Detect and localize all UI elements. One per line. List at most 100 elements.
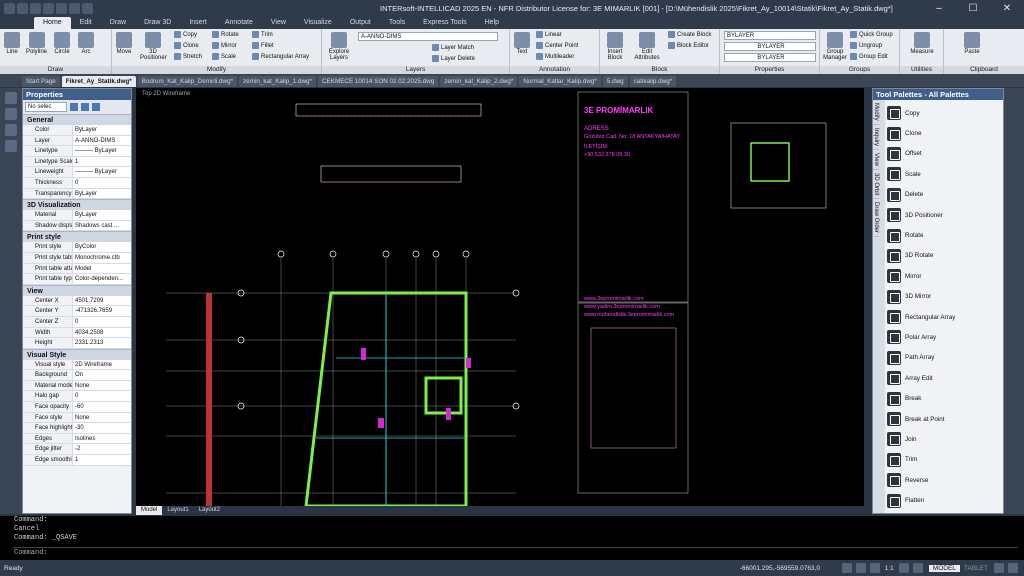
settings-icon[interactable] — [994, 563, 1004, 573]
layers-panel-title[interactable]: Layers — [322, 66, 509, 74]
drawing-canvas[interactable]: Top 2D Wireframe 3E PROMİMARLIK ADRESS: … — [136, 88, 864, 506]
edit-attributes-button[interactable]: Edit Attributes — [632, 32, 662, 61]
group-manager-button[interactable]: Group Manager — [822, 32, 848, 61]
property-value[interactable]: ——— ByLayer — [73, 167, 131, 177]
menu-tab-help[interactable]: Help — [476, 17, 508, 29]
palette-tab-draw-order[interactable]: Draw Order — [873, 199, 879, 237]
property-value[interactable]: 4501.7209 — [73, 295, 131, 306]
property-value[interactable]: -471326.7659 — [73, 306, 131, 316]
property-value[interactable]: Color-dependen... — [73, 274, 131, 284]
palette-tool-delete[interactable]: Delete — [887, 185, 997, 205]
palette-tab-3d-orbit[interactable]: 3D Orbit — [873, 170, 879, 199]
linetype-combo[interactable]: BYLAYER — [724, 42, 816, 51]
doc-tab[interactable]: Normal_Katlar_Kalip.dwg* — [519, 76, 601, 87]
undo-icon[interactable] — [69, 3, 80, 14]
paste-button[interactable]: Paste — [958, 32, 986, 55]
palette-tool-mirror[interactable]: Mirror — [887, 266, 997, 286]
property-section-header[interactable]: 3D Visualization — [23, 199, 131, 211]
property-value[interactable]: Model — [73, 263, 131, 274]
doc-tab[interactable]: zemin_kat_Kalip_2.dwg* — [440, 76, 518, 87]
palette-tool-join[interactable]: Join — [887, 429, 997, 449]
center-point-button[interactable]: Center Point — [536, 42, 578, 49]
create-block-button[interactable]: Create Block — [668, 31, 711, 38]
palette-tool-offset[interactable]: Offset — [887, 144, 997, 164]
snap-icon[interactable] — [841, 563, 852, 573]
property-value[interactable]: ByColor — [73, 242, 131, 252]
select-icon[interactable] — [5, 92, 17, 104]
grid-icon[interactable] — [855, 563, 866, 573]
select-objects-icon[interactable] — [81, 103, 89, 111]
status-scale[interactable]: 1:1 — [882, 565, 897, 572]
property-value[interactable]: -2 — [73, 444, 131, 455]
property-value[interactable]: 0 — [73, 391, 131, 402]
command-input[interactable]: Command: — [14, 547, 1018, 557]
groups-panel-title[interactable]: Groups — [820, 66, 899, 74]
arc-button[interactable]: Arc — [78, 32, 94, 55]
save-icon[interactable] — [43, 3, 54, 14]
ungroup-button[interactable]: Ungroup — [850, 42, 882, 49]
menu-tab-annotate[interactable]: Annotate — [216, 17, 262, 29]
block-editor-button[interactable]: Block Editor — [668, 42, 709, 49]
palette-tool-3d-rotate[interactable]: 3D Rotate — [887, 246, 997, 266]
property-value[interactable]: ByLayer — [73, 125, 131, 135]
menu-tab-insert[interactable]: Insert — [180, 17, 216, 29]
property-value[interactable]: 4034.2508 — [73, 327, 131, 338]
palette-tool-break-at-point[interactable]: Break at Point — [887, 409, 997, 429]
print-icon[interactable] — [56, 3, 67, 14]
rectangular-array-button[interactable]: Rectangular Array — [252, 53, 309, 60]
doc-tab[interactable]: 5.dwg — [602, 76, 628, 87]
menu-tab-draw[interactable]: Draw — [101, 17, 135, 29]
palette-tool-reverse[interactable]: Reverse — [887, 470, 997, 490]
property-value[interactable]: Monochrome.ctb — [73, 252, 131, 263]
property-value[interactable]: None — [73, 380, 131, 391]
properties-ribbon-title[interactable]: Properties — [720, 66, 819, 74]
property-value[interactable]: 2331.2313 — [73, 338, 131, 348]
explore-layers-button[interactable]: Explore Layers — [326, 32, 352, 61]
open-icon[interactable] — [30, 3, 41, 14]
property-value[interactable]: 0 — [73, 316, 131, 327]
layout-tab-model[interactable]: Model — [136, 506, 163, 515]
insert-block-button[interactable]: Insert Block — [604, 32, 626, 61]
property-section-header[interactable]: General — [23, 114, 131, 125]
layer-delete-button[interactable]: Layer Delete — [432, 55, 475, 62]
palette-tool-trim[interactable]: Trim — [887, 450, 997, 470]
app-menu-icon[interactable] — [4, 3, 15, 14]
property-value[interactable]: 0 — [73, 177, 131, 188]
new-icon[interactable] — [17, 3, 28, 14]
viewport-label[interactable]: Top 2D Wireframe — [142, 91, 190, 97]
property-value[interactable]: ——— ByLayer — [73, 146, 131, 156]
menu-tab-visualize[interactable]: Visualize — [295, 17, 341, 29]
property-value[interactable]: 2D Wireframe — [73, 359, 131, 370]
menu-tab-home[interactable]: Home — [34, 17, 71, 29]
property-section-header[interactable]: View — [23, 284, 131, 296]
redo-icon[interactable] — [82, 3, 93, 14]
move-button[interactable]: Move — [116, 32, 132, 55]
layout-tab-layout2[interactable]: Layout2 — [194, 506, 225, 515]
draw-panel-title[interactable]: Draw — [0, 66, 111, 74]
doc-tab[interactable]: zemin_kat_Kalip_1.dwg* — [239, 76, 316, 87]
filter-icon[interactable] — [92, 103, 100, 111]
block-panel-title[interactable]: Block — [600, 66, 719, 74]
color-combo[interactable]: BYLAYER — [724, 31, 816, 40]
modify-panel-title[interactable]: Modify — [112, 66, 321, 74]
scale-button[interactable]: Scale — [212, 53, 236, 60]
text-button[interactable]: Text — [514, 32, 530, 55]
property-value[interactable]: ByLayer — [73, 188, 131, 199]
palette-tool-rectangular-array[interactable]: Rectangular Array — [887, 307, 997, 327]
group-edit-button[interactable]: Group Edit — [850, 53, 888, 60]
close-icon[interactable]: ✕ — [990, 3, 1024, 14]
copy-button[interactable]: Copy — [174, 31, 197, 38]
menu-tab-output[interactable]: Output — [341, 17, 380, 29]
layer-combo[interactable]: A-ANNO-DIMS — [358, 32, 498, 41]
stretch-button[interactable]: Stretch — [174, 53, 202, 60]
layout-tab-layout1[interactable]: Layout1 — [162, 506, 193, 515]
rotate-button[interactable]: Rotate — [212, 31, 239, 38]
quick-select-icon[interactable] — [70, 103, 78, 111]
linear-button[interactable]: Linear — [536, 31, 562, 38]
palette-tool-polar-array[interactable]: Polar Array — [887, 327, 997, 347]
property-value[interactable]: -60 — [73, 402, 131, 412]
doc-tab[interactable]: Fikret_Ay_Statik.dwg* — [61, 76, 136, 87]
property-value[interactable]: A-ANNO-DIMS — [73, 135, 131, 146]
menu-tab-view[interactable]: View — [262, 17, 295, 29]
palette-tool-array-edit[interactable]: Array Edit — [887, 368, 997, 388]
